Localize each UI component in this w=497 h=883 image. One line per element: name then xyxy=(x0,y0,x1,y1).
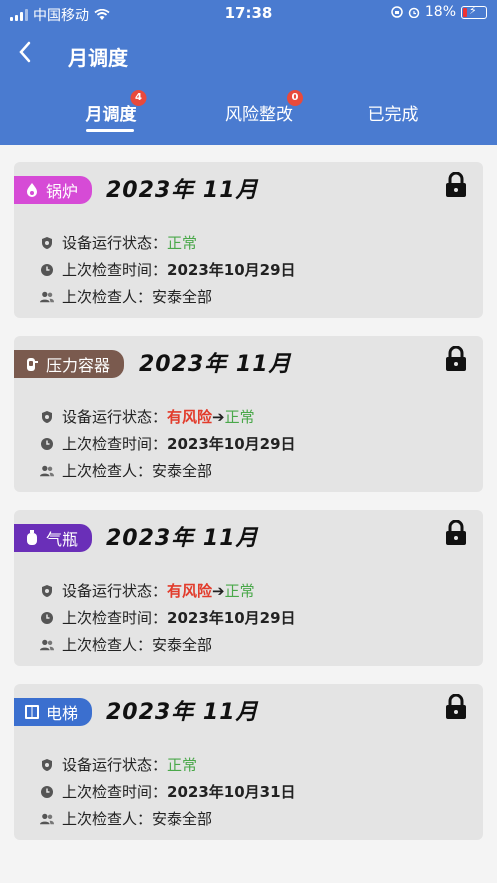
lock-icon xyxy=(446,172,466,197)
status-row: 设备运行状态：正常 xyxy=(40,232,197,253)
tab-badge: 0 xyxy=(287,90,303,106)
equipment-tag-label: 压力容器 xyxy=(46,356,111,375)
shield-icon xyxy=(42,758,52,771)
tab-bar: 月调度 4 风险整改 0 已完成 xyxy=(0,90,497,132)
status-row: 设备运行状态：正常 xyxy=(40,754,197,775)
last-checker-row: 上次检查人：安泰全部 xyxy=(40,808,212,829)
last-checker-label: 上次检查人： xyxy=(62,810,153,828)
last-check-time-row: 上次检查时间：2023年10月29日 xyxy=(40,259,296,280)
rotation-lock-icon xyxy=(391,6,403,18)
card-period: 2023年 11月 xyxy=(106,700,259,725)
card-period: 2023年 11月 xyxy=(106,526,259,551)
equipment-tag: 电梯 xyxy=(14,698,93,726)
last-check-time-value: 2023年10月31日 xyxy=(167,783,296,801)
app-header: 中国移动 17:38 18% ⚡ 月调度 月调度 4 风险整改 0 已完成 xyxy=(0,0,497,145)
status-value: 正常 xyxy=(224,582,255,600)
last-check-time-row: 上次检查时间：2023年10月29日 xyxy=(40,607,296,628)
last-checker-row: 上次检查人：安泰全部 xyxy=(40,286,212,307)
last-checker-row: 上次检查人：安泰全部 xyxy=(40,460,212,481)
status-risk-value: 有风险 xyxy=(167,408,213,426)
equipment-card-pressure-vessel[interactable]: 压力容器 2023年 11月 设备运行状态：有风险➔正常 上次检查时间：2023… xyxy=(14,336,483,492)
last-check-time-row: 上次检查时间：2023年10月29日 xyxy=(40,433,296,454)
equipment-card-boiler[interactable]: 锅炉 2023年 11月 设备运行状态：正常 上次检查时间：2023年10月29… xyxy=(14,162,483,318)
users-icon xyxy=(40,291,54,302)
last-checker-label: 上次检查人： xyxy=(62,288,153,306)
tab-monthly[interactable]: 月调度 4 xyxy=(85,90,147,125)
lock-icon xyxy=(446,346,466,371)
users-icon xyxy=(40,465,54,476)
status-label: 设备运行状态： xyxy=(62,234,168,252)
shield-icon xyxy=(42,236,52,249)
clock-icon xyxy=(41,437,53,450)
tab-risk-rectification[interactable]: 风险整改 0 xyxy=(225,90,303,125)
tab-badge: 4 xyxy=(130,90,147,106)
clock-icon xyxy=(41,611,53,624)
equipment-tag: 压力容器 xyxy=(14,350,125,378)
last-check-time-value: 2023年10月29日 xyxy=(167,435,296,453)
last-check-time-label: 上次检查时间： xyxy=(62,609,168,627)
tab-label: 月调度 xyxy=(85,105,137,125)
status-arrow: ➔ xyxy=(212,582,225,600)
last-check-time-label: 上次检查时间： xyxy=(62,435,168,453)
shield-icon xyxy=(42,410,52,423)
tab-label: 风险整改 xyxy=(225,105,293,125)
gas-cylinder-icon xyxy=(24,530,40,546)
status-row: 设备运行状态：有风险➔正常 xyxy=(40,580,255,601)
last-checker-value: 安泰全部 xyxy=(152,636,213,654)
status-value: 正常 xyxy=(167,756,198,774)
card-period: 2023年 11月 xyxy=(106,178,259,203)
equipment-card-gas-cylinder[interactable]: 气瓶 2023年 11月 设备运行状态：有风险➔正常 上次检查时间：2023年1… xyxy=(14,510,483,666)
tab-completed[interactable]: 已完成 xyxy=(368,100,419,125)
alarm-icon xyxy=(408,7,420,18)
equipment-card-elevator[interactable]: 电梯 2023年 11月 设备运行状态：正常 上次检查时间：2023年10月31… xyxy=(14,684,483,840)
battery-percent: 18% xyxy=(424,4,456,20)
last-check-time-value: 2023年10月29日 xyxy=(167,261,296,279)
last-checker-label: 上次检查人： xyxy=(62,636,153,654)
card-period: 2023年 11月 xyxy=(139,352,292,377)
users-icon xyxy=(40,639,54,650)
users-icon xyxy=(40,813,54,824)
equipment-tag-label: 气瓶 xyxy=(46,530,79,549)
shield-icon xyxy=(42,584,52,597)
last-checker-row: 上次检查人：安泰全部 xyxy=(40,634,212,655)
equipment-tag-label: 电梯 xyxy=(46,704,79,723)
status-bar: 中国移动 17:38 18% ⚡ xyxy=(0,0,497,26)
boiler-icon xyxy=(24,182,40,198)
active-tab-indicator xyxy=(86,129,134,132)
last-checker-value: 安泰全部 xyxy=(152,462,213,480)
last-check-time-value: 2023年10月29日 xyxy=(167,609,296,627)
status-label: 设备运行状态： xyxy=(62,756,168,774)
equipment-tag: 气瓶 xyxy=(14,524,93,552)
equipment-tag-label: 锅炉 xyxy=(46,182,79,201)
last-check-time-label: 上次检查时间： xyxy=(62,783,168,801)
back-button[interactable] xyxy=(18,40,32,70)
elevator-icon xyxy=(24,704,40,720)
lock-icon xyxy=(446,694,466,719)
equipment-tag: 锅炉 xyxy=(14,176,93,204)
pressure-vessel-icon xyxy=(24,356,40,372)
last-checker-value: 安泰全部 xyxy=(152,288,213,306)
status-arrow: ➔ xyxy=(212,408,225,426)
status-label: 设备运行状态： xyxy=(62,582,168,600)
status-risk-value: 有风险 xyxy=(167,582,213,600)
last-check-time-row: 上次检查时间：2023年10月31日 xyxy=(40,781,296,802)
battery-icon: ⚡ xyxy=(461,4,487,19)
status-label: 设备运行状态： xyxy=(62,408,168,426)
clock-icon xyxy=(41,785,53,798)
last-check-time-label: 上次检查时间： xyxy=(62,261,168,279)
last-checker-label: 上次检查人： xyxy=(62,462,153,480)
page-title: 月调度 xyxy=(68,46,128,70)
last-checker-value: 安泰全部 xyxy=(152,810,213,828)
lock-icon xyxy=(446,520,466,545)
chevron-left-icon xyxy=(19,41,31,63)
status-value: 正常 xyxy=(167,234,198,252)
clock-icon xyxy=(41,263,53,276)
status-row: 设备运行状态：有风险➔正常 xyxy=(40,406,255,427)
tab-label: 已完成 xyxy=(367,105,419,125)
status-value: 正常 xyxy=(224,408,255,426)
